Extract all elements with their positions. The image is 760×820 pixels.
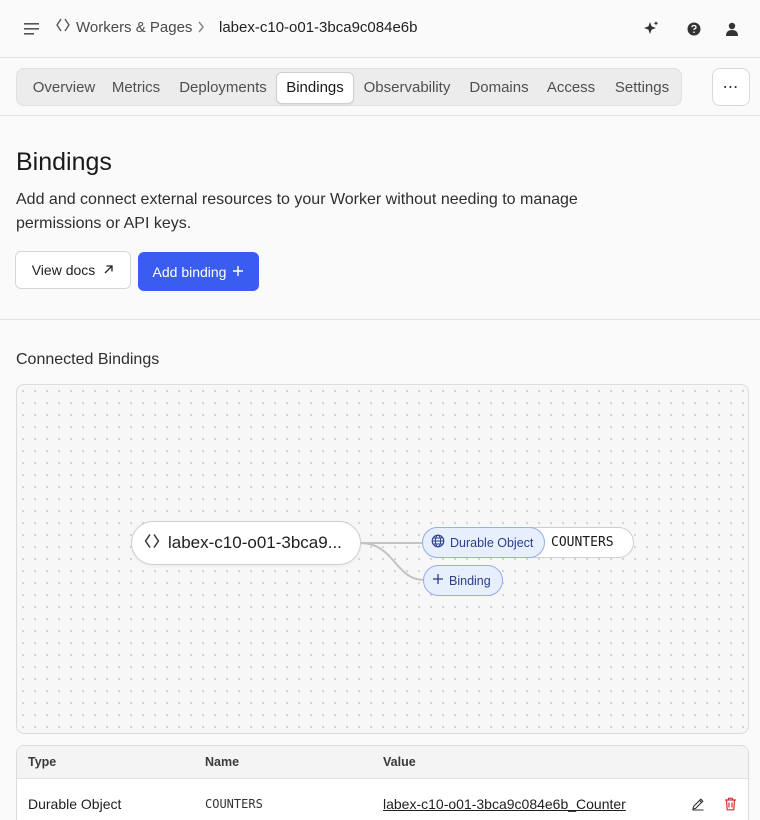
workers-icon <box>144 533 160 554</box>
user-icon[interactable] <box>721 18 743 40</box>
external-link-icon <box>103 262 114 278</box>
divider <box>0 115 760 116</box>
menu-icon[interactable] <box>20 18 44 40</box>
tab-bindings[interactable]: Bindings <box>276 72 354 104</box>
plus-icon <box>432 573 444 588</box>
workers-icon <box>56 18 70 36</box>
tab-bar: Overview Metrics Deployments Bindings Ob… <box>16 68 682 106</box>
chevron-right-icon <box>197 20 205 38</box>
cell-value-link[interactable]: labex-c10-o01-3bca9c084e6b_Counter <box>383 796 626 812</box>
add-binding-button[interactable]: Add binding <box>138 252 259 291</box>
tab-access[interactable]: Access <box>539 72 603 104</box>
cell-type: Durable Object <box>28 796 122 812</box>
durable-object-pill: Durable Object <box>422 527 545 558</box>
worker-node-label: labex-c10-o01-3bca9... <box>168 533 342 552</box>
column-header-name: Name <box>205 755 240 769</box>
edit-icon[interactable] <box>689 795 707 813</box>
trash-icon[interactable] <box>721 795 739 813</box>
more-icon: ⋯ <box>722 79 740 96</box>
tab-domains[interactable]: Domains <box>463 72 535 104</box>
tab-deployments[interactable]: Deployments <box>175 72 271 104</box>
add-binding-pill[interactable]: Binding <box>423 565 503 596</box>
connected-bindings-title: Connected Bindings <box>16 351 160 368</box>
cell-name: COUNTERS <box>205 797 263 811</box>
tab-overview[interactable]: Overview <box>21 72 107 104</box>
plus-icon <box>232 264 244 280</box>
tab-metrics[interactable]: Metrics <box>105 72 167 104</box>
column-header-value: Value <box>383 755 416 769</box>
bindings-graph-canvas[interactable] <box>16 384 749 734</box>
view-docs-button[interactable]: View docs <box>15 251 131 289</box>
column-header-type: Type <box>28 755 57 769</box>
page-description: Add and connect external resources to yo… <box>16 191 578 232</box>
more-options-button[interactable]: ⋯ <box>712 68 750 106</box>
add-binding-label: Add binding <box>152 263 227 280</box>
view-docs-label: View docs <box>31 262 96 278</box>
page-title: Bindings <box>16 148 112 176</box>
tab-settings[interactable]: Settings <box>609 72 675 104</box>
breadcrumb-workers-pages[interactable]: Workers & Pages <box>56 18 192 36</box>
durable-object-label: Durable Object <box>450 535 534 550</box>
add-binding-pill-label: Binding <box>449 573 491 588</box>
breadcrumb-current: labex-c10-o01-3bca9c084e6b <box>219 19 418 36</box>
breadcrumb-parent-label: Workers & Pages <box>76 18 193 36</box>
bindings-table: Type Name Value Durable Object COUNTERS … <box>16 745 749 820</box>
divider <box>0 319 760 320</box>
sparkle-icon[interactable] <box>640 18 662 40</box>
help-icon[interactable] <box>683 18 705 40</box>
binding-name-label: COUNTERS <box>551 535 614 550</box>
table-header: Type Name Value <box>17 746 748 779</box>
worker-node[interactable]: labex-c10-o01-3bca9... <box>131 521 361 565</box>
globe-icon <box>431 534 445 551</box>
top-bar: Workers & Pages labex-c10-o01-3bca9c084e… <box>0 0 760 58</box>
binding-node-counters[interactable]: Durable Object COUNTERS <box>422 527 634 558</box>
tab-observability[interactable]: Observability <box>359 72 455 104</box>
